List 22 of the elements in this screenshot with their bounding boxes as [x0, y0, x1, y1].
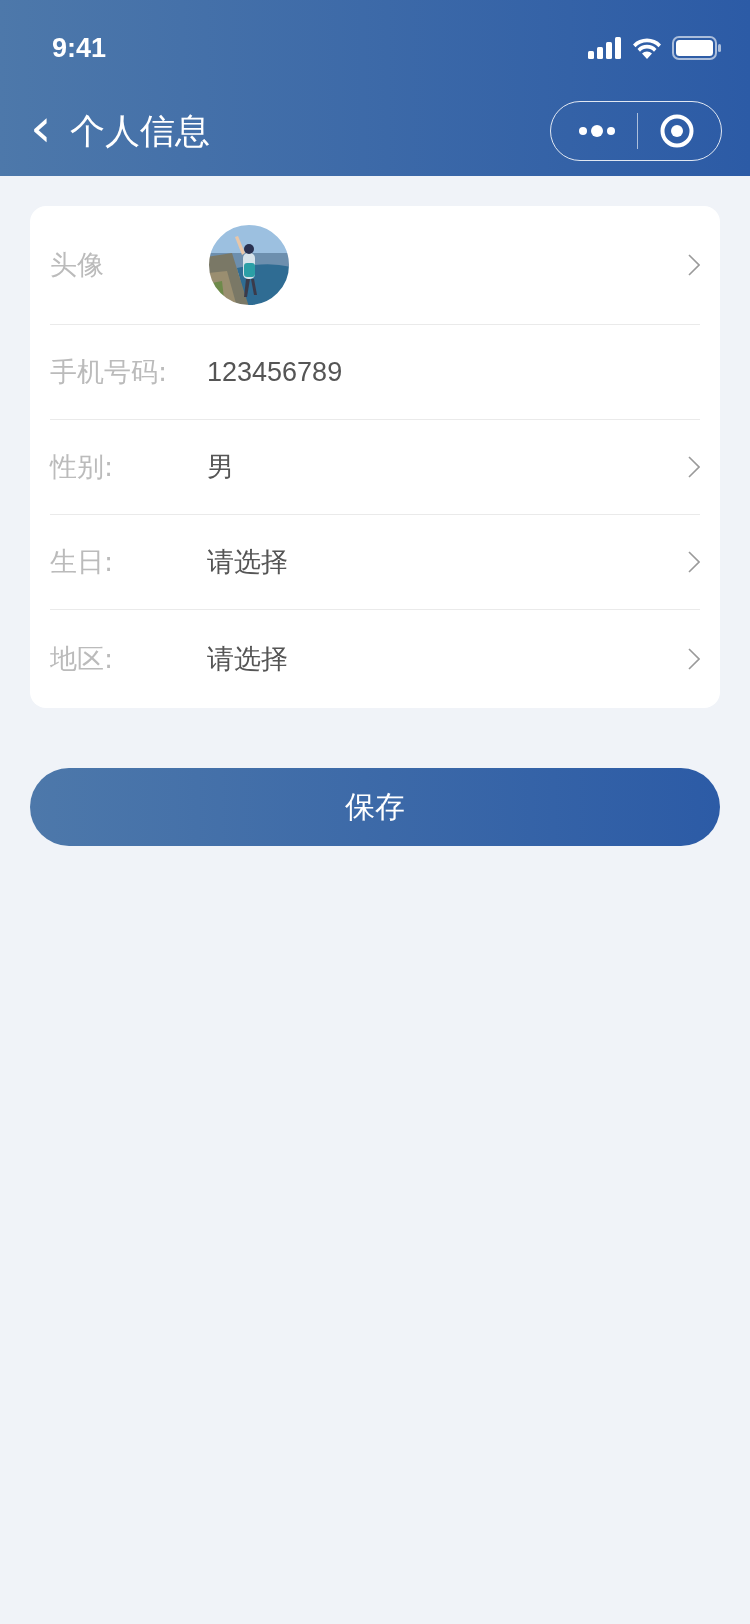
field-label: 地区: — [50, 642, 115, 676]
chevron-right-icon[interactable] — [688, 551, 700, 573]
field-label: 头像 — [50, 248, 105, 282]
record-icon[interactable] — [660, 114, 695, 148]
field-value: 请选择 — [207, 546, 288, 579]
save-button[interactable]: 保存 — [30, 768, 720, 846]
more-icon[interactable] — [577, 124, 616, 138]
field-value: 男 — [207, 451, 234, 484]
field-label: 生日: — [50, 545, 115, 579]
battery-icon — [672, 36, 722, 60]
field-label: 手机号码: — [50, 355, 169, 389]
chevron-right-icon[interactable] — [688, 648, 700, 670]
chevron-right-icon[interactable] — [688, 456, 700, 478]
chevron-right-icon[interactable] — [688, 254, 700, 276]
back-button[interactable]: ‹ — [30, 101, 52, 155]
field-value: 123456789 — [207, 356, 343, 388]
page-title: 个人信息 — [69, 109, 211, 153]
status-time: 9:41 — [52, 32, 107, 64]
field-label: 性别: — [50, 450, 115, 484]
wifi-icon — [632, 37, 662, 59]
field-value: 请选择 — [207, 643, 288, 676]
signal-icon — [588, 37, 622, 59]
